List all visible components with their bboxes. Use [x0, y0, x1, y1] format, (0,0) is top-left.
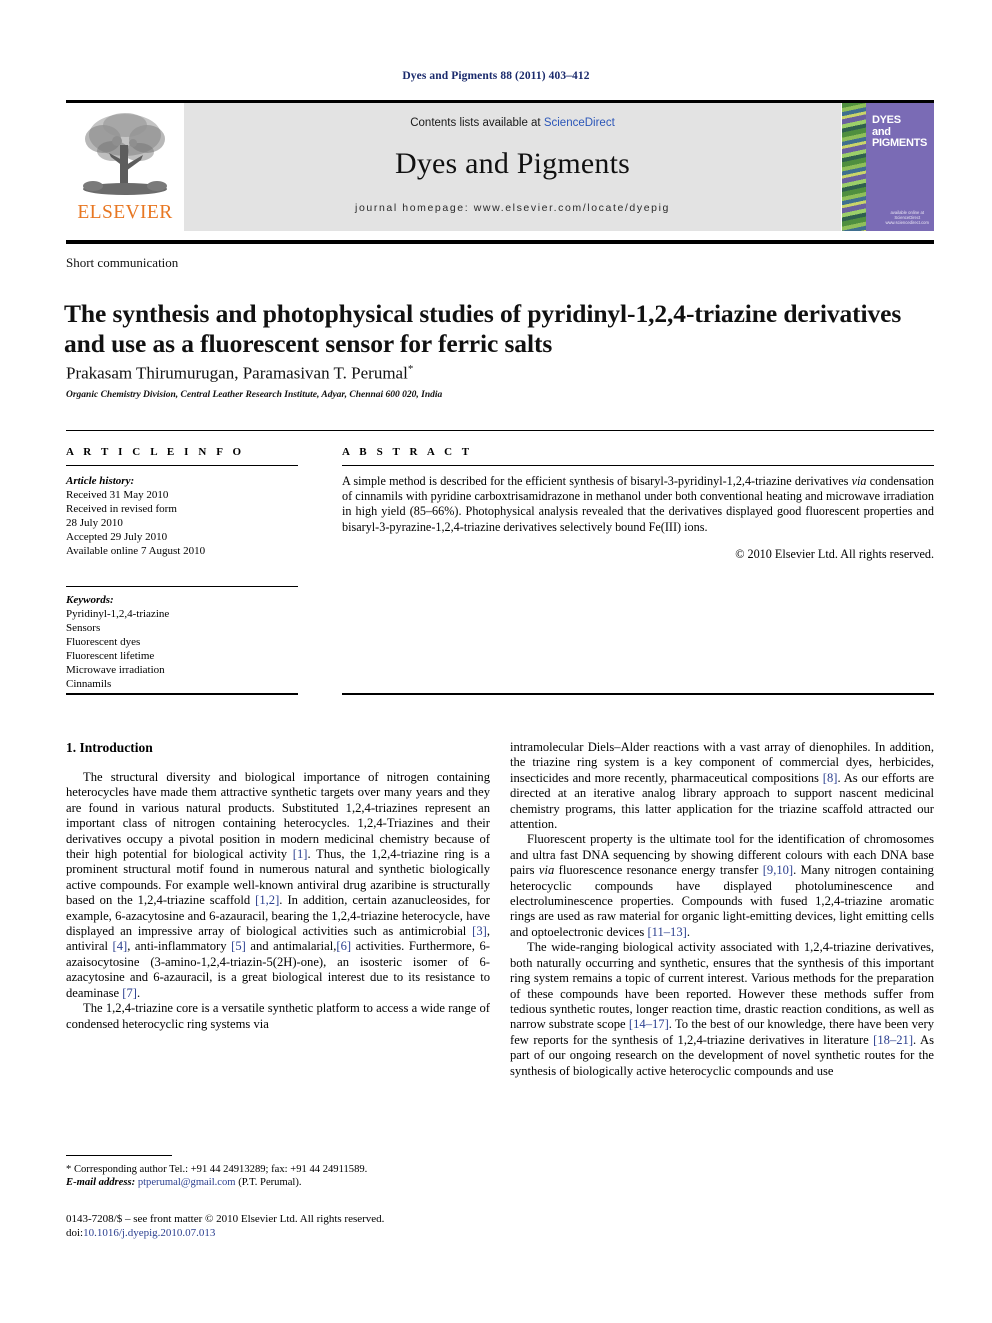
- article-history-line: 28 July 2010: [66, 517, 123, 529]
- corresponding-author-footnote: * Corresponding author Tel.: +91 44 2491…: [66, 1155, 490, 1190]
- article-info-column: A R T I C L E I N F O Article history: R…: [66, 446, 298, 691]
- keyword-item: Sensors: [66, 622, 101, 634]
- author-list: Prakasam Thirumurugan, Paramasivan T. Pe…: [66, 363, 413, 384]
- keyword-item: Microwave irradiation: [66, 664, 165, 676]
- journal-title: Dyes and Pigments: [394, 147, 631, 180]
- abstract-copyright: © 2010 Elsevier Ltd. All rights reserved…: [735, 546, 934, 561]
- body-paragraph: The wide-ranging biological activity ass…: [510, 940, 934, 1078]
- cover-title-line-1: DYES: [872, 114, 901, 126]
- sciencedirect-link[interactable]: ScienceDirect: [544, 117, 615, 129]
- body-column-left: 1. Introduction The structural diversity…: [66, 740, 490, 1032]
- email-label: E-mail address:: [66, 1177, 136, 1189]
- journal-banner: Contents lists available at ScienceDirec…: [184, 103, 841, 231]
- elsevier-logo-block: ELSEVIER: [66, 103, 184, 231]
- title-divider: [66, 240, 934, 244]
- email-suffix: (P.T. Perumal).: [238, 1177, 302, 1189]
- keywords-label: Keywords:: [66, 594, 114, 606]
- keyword-item: Pyridinyl-1,2,4-triazine: [66, 608, 170, 620]
- contents-prefix: Contents lists available at: [410, 117, 544, 129]
- body-paragraph: The 1,2,4-triazine core is a versatile s…: [66, 1001, 490, 1031]
- cover-footer-line-3: www.sciencedirect.com: [885, 220, 929, 225]
- article-history-label: Article history:: [66, 475, 135, 487]
- abstract-text: A simple method is described for the eff…: [342, 474, 934, 534]
- body-paragraph: intramolecular Diels–Alder reactions wit…: [510, 740, 934, 832]
- article-info-rule: [66, 465, 298, 466]
- abstract-heading: A B S T R A C T: [342, 446, 473, 458]
- introduction-heading: 1. Introduction: [66, 740, 153, 755]
- doi-link[interactable]: 10.1016/j.dyepig.2010.07.013: [83, 1227, 215, 1239]
- affiliation: Organic Chemistry Division, Central Leat…: [66, 390, 443, 400]
- keywords-rule: [66, 586, 298, 587]
- corresponding-author-marker: *: [407, 363, 414, 375]
- footnote-contact-line: * Corresponding author Tel.: +91 44 2491…: [66, 1164, 368, 1175]
- imprint-block: 0143-7208/$ – see front matter © 2010 El…: [66, 1213, 566, 1240]
- keywords-block: Keywords: Pyridinyl-1,2,4-triazine Senso…: [66, 586, 298, 691]
- doi-label: doi:: [66, 1226, 84, 1239]
- cover-art-strip: [842, 103, 866, 231]
- author-names: Prakasam Thirumurugan, Paramasivan T. Pe…: [66, 363, 408, 383]
- body-paragraph: Fluorescent property is the ultimate too…: [510, 832, 934, 939]
- info-section-bottom-divider-left: [66, 693, 298, 695]
- journal-masthead: ELSEVIER Contents lists available at Sci…: [66, 100, 934, 231]
- footnote-rule: [66, 1155, 172, 1156]
- elsevier-tree-icon: [83, 113, 167, 195]
- keyword-item: Fluorescent dyes: [66, 636, 141, 648]
- article-section-type: Short communication: [66, 255, 179, 270]
- footnote-email-line: E-mail address: ptperumal@gmail.com (P.T…: [66, 1176, 490, 1189]
- keyword-item: Cinnamils: [66, 678, 112, 690]
- email-link[interactable]: ptperumal@gmail.com: [138, 1177, 236, 1188]
- info-section-bottom-divider-right: [342, 693, 934, 695]
- cover-title-line-3: PIGMENTS: [872, 137, 928, 149]
- running-head: Dyes and Pigments 88 (2011) 403–412: [402, 70, 590, 82]
- elsevier-wordmark: ELSEVIER: [77, 202, 173, 223]
- journal-article-page: Dyes and Pigments 88 (2011) 403–412 ELSE…: [0, 0, 992, 1323]
- body-column-right: intramolecular Diels–Alder reactions wit…: [510, 740, 934, 1079]
- front-matter-line: 0143-7208/$ – see front matter © 2010 El…: [66, 1213, 385, 1225]
- journal-homepage-link[interactable]: journal homepage: www.elsevier.com/locat…: [355, 202, 670, 214]
- journal-cover-thumbnail: DYES and PIGMENTS available online at Sc…: [841, 103, 934, 231]
- article-history-line: Accepted 29 July 2010: [66, 531, 168, 543]
- contents-available-line: Contents lists available at ScienceDirec…: [410, 117, 615, 129]
- article-history-line: Received in revised form: [66, 503, 177, 515]
- cover-footer: available online at ScienceDirect www.sc…: [885, 210, 929, 225]
- abstract-rule: [342, 465, 934, 466]
- info-section-top-divider: [66, 430, 934, 431]
- article-history-line: Available online 7 August 2010: [66, 545, 206, 557]
- body-paragraph: The structural diversity and biological …: [66, 770, 490, 1000]
- article-history-line: Received 31 May 2010: [66, 489, 169, 501]
- page-title: The synthesis and photophysical studies …: [64, 299, 902, 359]
- cover-title: DYES and PIGMENTS: [872, 114, 928, 150]
- keyword-item: Fluorescent lifetime: [66, 650, 155, 662]
- doi-line: doi:10.1016/j.dyepig.2010.07.013: [66, 1227, 566, 1241]
- article-info-heading: A R T I C L E I N F O: [66, 446, 245, 458]
- abstract-column: A B S T R A C T A simple method is descr…: [342, 446, 934, 574]
